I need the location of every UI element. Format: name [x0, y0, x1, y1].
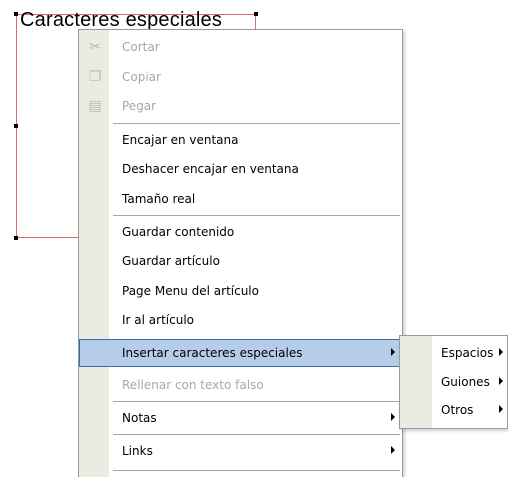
- menu-item-links[interactable]: Links: [79, 437, 402, 465]
- menu-item-copiar[interactable]: ❐ Copiar: [79, 63, 402, 91]
- menu-separator: [113, 123, 400, 124]
- menu-separator: [113, 470, 400, 471]
- menu-item-guardar-articulo[interactable]: Guardar artículo: [79, 247, 402, 275]
- frame-text: Caracteres especiales: [20, 9, 223, 31]
- copy-icon: ❐: [88, 69, 102, 85]
- menu-item-notas[interactable]: Notas: [79, 404, 402, 432]
- special-characters-submenu: Espacios Guiones Otros: [399, 335, 508, 429]
- submenu-item-otros[interactable]: Otros: [400, 396, 507, 424]
- menu-item-insertar-caracteres[interactable]: Insertar caracteres especiales: [79, 339, 402, 367]
- menu-item-pegar[interactable]: ▤ Pegar: [79, 92, 402, 120]
- submenu-item-espacios[interactable]: Espacios: [400, 339, 507, 367]
- submenu-arrow-icon: [499, 405, 503, 413]
- context-menu: ✂ Cortar ❐ Copiar ▤ Pegar Encajar en ven…: [78, 29, 403, 477]
- menu-item-ir-al-articulo[interactable]: Ir al artículo: [79, 306, 402, 334]
- menu-separator: [113, 215, 400, 216]
- menu-item-deshacer-encajar[interactable]: Deshacer encajar en ventana: [79, 155, 402, 183]
- menu-separator: [113, 401, 400, 402]
- menu-item-tamano-real[interactable]: Tamaño real: [79, 185, 402, 213]
- menu-separator: [113, 434, 400, 435]
- submenu-item-guiones[interactable]: Guiones: [400, 368, 507, 396]
- submenu-arrow-icon: [499, 377, 503, 385]
- selection-handle-middle-left[interactable]: [14, 124, 18, 128]
- submenu-arrow-icon: [499, 348, 503, 356]
- menu-item-encajar-en-ventana[interactable]: Encajar en ventana: [79, 126, 402, 154]
- menu-item-cortar[interactable]: ✂ Cortar: [79, 33, 402, 61]
- menu-item-guardar-contenido[interactable]: Guardar contenido: [79, 218, 402, 246]
- selection-handle-top-left[interactable]: [14, 12, 18, 16]
- menu-item-rellenar-texto-falso[interactable]: Rellenar con texto falso: [79, 371, 402, 399]
- submenu-arrow-icon: [391, 348, 395, 356]
- selection-handle-bottom-left[interactable]: [14, 236, 18, 240]
- paste-icon: ▤: [88, 98, 102, 114]
- submenu-arrow-icon: [391, 446, 395, 454]
- menu-item-page-menu[interactable]: Page Menu del artículo: [79, 277, 402, 305]
- selection-handle-top-right[interactable]: [254, 12, 258, 16]
- submenu-arrow-icon: [391, 413, 395, 421]
- scissors-icon: ✂: [89, 39, 101, 55]
